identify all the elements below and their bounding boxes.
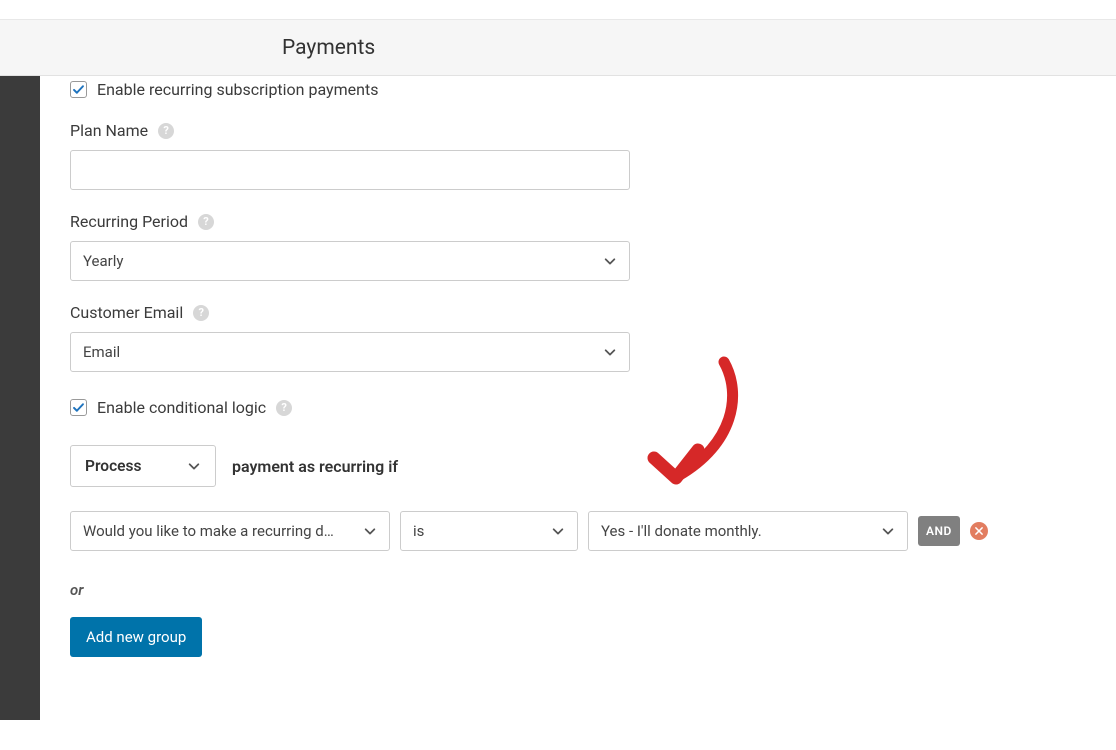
chevron-down-icon <box>603 345 617 359</box>
enable-conditional-logic-checkbox[interactable] <box>70 399 87 416</box>
help-icon[interactable]: ? <box>198 214 214 230</box>
logic-sentence: payment as recurring if <box>232 457 398 476</box>
condition-field-select[interactable]: Would you like to make a recurring d… <box>70 511 390 551</box>
enable-recurring-label: Enable recurring subscription payments <box>97 80 378 99</box>
page-header: Payments <box>0 20 1116 76</box>
help-icon[interactable]: ? <box>158 123 174 139</box>
admin-sidebar-edge <box>0 76 40 720</box>
recurring-period-label: Recurring Period <box>70 212 188 231</box>
or-separator: or <box>70 581 1086 599</box>
plan-name-label: Plan Name <box>70 121 148 140</box>
condition-value-select[interactable]: Yes - I'll donate monthly. <box>588 511 908 551</box>
recurring-period-select[interactable]: Yearly <box>70 241 630 281</box>
help-icon[interactable]: ? <box>193 305 209 321</box>
enable-recurring-checkbox[interactable] <box>70 81 87 98</box>
help-icon[interactable]: ? <box>276 400 292 416</box>
page-title: Payments <box>282 36 375 60</box>
condition-operator-select[interactable]: is <box>400 511 578 551</box>
add-new-group-button[interactable]: Add new group <box>70 617 202 657</box>
enable-conditional-logic-label: Enable conditional logic <box>97 398 266 417</box>
chevron-down-icon <box>881 524 895 538</box>
chevron-down-icon <box>603 254 617 268</box>
remove-condition-button[interactable] <box>970 522 988 540</box>
logic-action-select[interactable]: Process <box>70 445 216 487</box>
plan-name-input[interactable] <box>70 150 630 190</box>
add-and-condition-button[interactable]: AND <box>918 516 960 546</box>
chevron-down-icon <box>551 524 565 538</box>
customer-email-select[interactable]: Email <box>70 332 630 372</box>
customer-email-label: Customer Email <box>70 303 183 322</box>
chevron-down-icon <box>363 524 377 538</box>
chevron-down-icon <box>187 459 201 473</box>
